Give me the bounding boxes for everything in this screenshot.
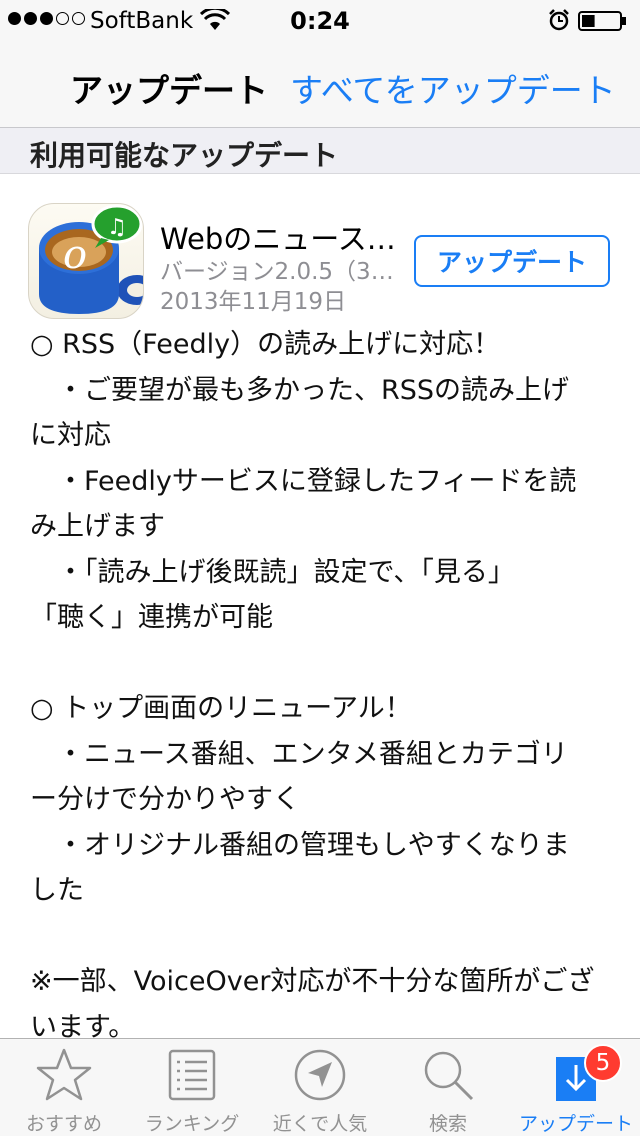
release-note-spacer: [30, 914, 610, 960]
page-title: アップデート: [70, 71, 268, 110]
tab-near-me[interactable]: 近くで人気: [256, 1039, 384, 1136]
release-note-line: ・オリジナル番組の管理もしやすくなりま: [30, 829, 570, 861]
svg-text:o: o: [63, 232, 87, 278]
tab-label: おすすめ: [25, 1113, 102, 1135]
release-notes: ○ RSS（Feedly）の読み上げに対応！ ・ご要望が最も多かった、RSSの読…: [30, 322, 610, 1050]
release-note-line: ○ トップ画面のリニューアル！: [30, 693, 412, 724]
status-time: 0:24: [290, 7, 350, 35]
release-note-line: ○ RSS（Feedly）の読み上げに対応！: [30, 329, 501, 360]
tab-label: 検索: [428, 1113, 467, 1135]
update-all-button[interactable]: すべてをアップデート: [290, 64, 616, 112]
alarm-clock-icon: [549, 9, 569, 31]
battery-icon: [578, 11, 626, 31]
section-header: 利用可能なアップデート: [0, 128, 640, 174]
section-title: 利用可能なアップデート: [30, 139, 339, 172]
tab-label: ランキング: [144, 1113, 240, 1135]
tab-ranking[interactable]: ランキング: [128, 1039, 256, 1136]
tab-label: アップデート: [518, 1113, 633, 1135]
svg-text:♫: ♫: [107, 215, 127, 240]
tab-featured[interactable]: おすすめ: [0, 1039, 128, 1136]
release-note-line: ・「読み上げ後既読」設定で、「見る」: [30, 556, 515, 588]
release-note-spacer: [30, 641, 610, 687]
coffee-cup-music-icon[interactable]: o ♫: [28, 203, 144, 319]
release-note-line: み上げます: [30, 511, 165, 542]
release-note-line: ・ご要望が最も多かった、RSSの読み上げ: [30, 374, 570, 406]
release-note-line: ・Feedlyサービスに登録したフィードを読: [30, 465, 577, 497]
release-note-line: ー分けで分かりやすく: [30, 784, 300, 815]
star-icon: [36, 1048, 92, 1101]
app-release-date: 2013年11月19日: [160, 289, 347, 315]
location-icon: [294, 1049, 346, 1101]
release-note-line: した: [30, 875, 84, 906]
tab-updates[interactable]: アップデート: [512, 1039, 640, 1136]
tab-search[interactable]: 検索: [384, 1039, 512, 1136]
tab-bar: おすすめ ランキング 近くで人気 検索 アップデート: [0, 1038, 640, 1136]
release-note-line: 「聴く」連携が可能: [30, 602, 273, 633]
app-version: バージョン2.0.5（3…: [160, 259, 394, 285]
status-bar: SoftBank 0:24: [0, 0, 640, 40]
nav-bar: アップデート すべてをアップデート: [0, 40, 640, 128]
list-icon: [168, 1049, 216, 1101]
release-note-line: ※一部、VoiceOver対応が不十分な箇所がござ: [30, 966, 595, 997]
updates-count-badge: 5: [584, 1044, 622, 1082]
search-icon: [424, 1051, 474, 1101]
tab-label: 近くで人気: [272, 1113, 368, 1135]
app-icon-graphic: o ♫: [39, 204, 143, 314]
release-note-line: ・ニュース番組、エンタメ番組とカテゴリ: [30, 738, 568, 770]
update-button[interactable]: アップデート: [414, 235, 610, 287]
release-note-line: に対応: [30, 420, 111, 451]
